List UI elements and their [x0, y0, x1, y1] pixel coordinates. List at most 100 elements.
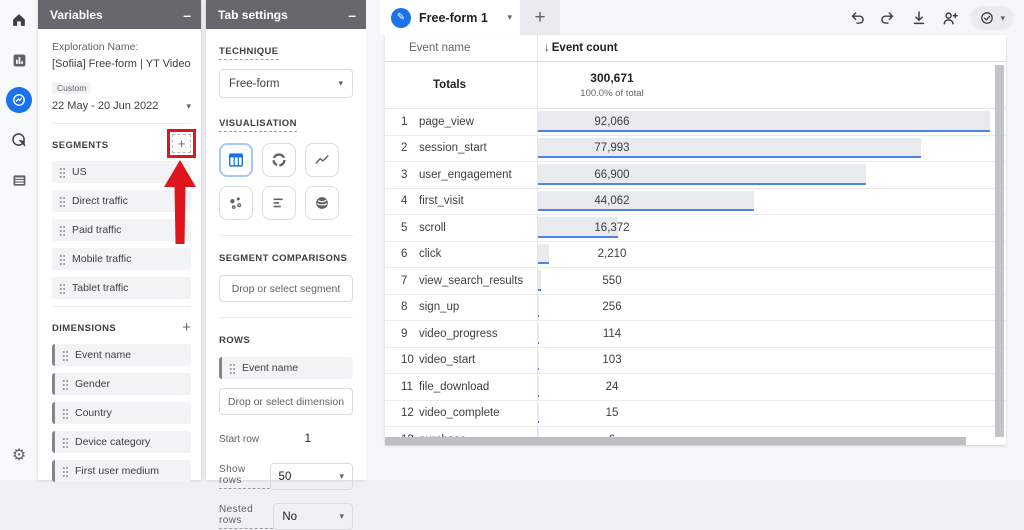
sort-descending-icon: ↓	[544, 42, 550, 54]
row-rank: 6	[401, 248, 408, 261]
count-value: 114	[602, 327, 622, 340]
dimension-chip[interactable]: Device category	[52, 431, 191, 453]
table-row[interactable]: 1 page_view 92,066	[385, 109, 1006, 136]
share-add-user-icon[interactable]	[939, 7, 961, 29]
settings-gear-icon[interactable]: ⚙	[0, 440, 38, 470]
edit-pencil-icon: ✎	[391, 7, 411, 28]
geo-map-icon[interactable]	[305, 186, 339, 220]
event-count-cell: 92,066	[537, 109, 1006, 135]
exploration-name-value[interactable]: [Sofiia] Free-form | YT Video	[52, 58, 191, 70]
dimension-chip-label: Device category	[75, 436, 151, 448]
drag-handle-icon	[62, 407, 68, 419]
event-name-cell: first_visit	[419, 195, 464, 208]
event-count-cell: 24	[537, 374, 1006, 400]
minimize-icon[interactable]: –	[348, 8, 356, 22]
chevron-down-icon: ▾	[338, 78, 343, 88]
technique-select[interactable]: Free-form ▾	[219, 69, 353, 98]
table-row[interactable]: 12 video_complete 15	[385, 401, 1006, 427]
column-header-event-name[interactable]: Event name	[385, 42, 537, 54]
explore-active-badge	[6, 87, 32, 113]
minimize-icon[interactable]: –	[183, 8, 191, 22]
segment-chip[interactable]: Tablet traffic	[52, 277, 191, 299]
event-name-cell: video_progress	[419, 327, 498, 340]
annotation-highlight-box[interactable]: +	[167, 129, 196, 158]
reports-icon[interactable]	[0, 40, 38, 80]
count-value: 550	[602, 274, 622, 287]
status-menu[interactable]: ▾	[970, 6, 1014, 30]
drag-handle-icon	[59, 224, 65, 236]
event-name-cell: session_start	[419, 142, 487, 155]
table-row[interactable]: 2 session_start 77,993	[385, 136, 1006, 162]
advertising-icon[interactable]	[0, 120, 38, 160]
row-rank: 11	[401, 380, 413, 393]
dimension-chip[interactable]: Gender	[52, 373, 191, 395]
segment-chip[interactable]: Mobile traffic	[52, 248, 191, 270]
table-row[interactable]: 4 first_visit 44,062	[385, 189, 1006, 215]
scatter-chart-icon[interactable]	[219, 186, 253, 220]
table-row[interactable]: 11 file_download 24	[385, 374, 1006, 401]
event-count-cell: 550	[537, 268, 1006, 294]
table-row[interactable]: 10 video_start 103	[385, 348, 1006, 374]
data-table: Event name ↓ Event count Totals 300,671 1…	[385, 35, 1006, 445]
dimension-chip[interactable]: Event name	[52, 344, 191, 366]
rows-label: ROWS	[219, 335, 251, 346]
dimensions-label: DIMENSIONS	[52, 322, 117, 334]
redo-icon[interactable]	[877, 7, 899, 29]
segments-label: SEGMENTS	[52, 139, 109, 151]
count-value: 66,900	[594, 168, 630, 181]
table-row[interactable]: 7 view_search_results 550	[385, 268, 1006, 295]
chevron-down-icon: ▾	[507, 12, 512, 22]
segment-chip-label: Tablet traffic	[72, 282, 129, 294]
dimension-chip[interactable]: Country	[52, 402, 191, 424]
segment-chip-label: Paid traffic	[72, 224, 122, 236]
add-dimension-button[interactable]: +	[182, 320, 191, 335]
table-icon[interactable]	[219, 143, 253, 177]
count-value: 24	[605, 380, 619, 393]
segment-drop-target[interactable]: Drop or select segment	[219, 275, 353, 302]
drag-handle-icon	[59, 195, 65, 207]
add-tab-button[interactable]: +	[520, 0, 560, 35]
annotation-arrow-up	[164, 160, 196, 244]
explore-icon[interactable]	[0, 80, 38, 120]
row-rank: 9	[401, 327, 408, 340]
column-header-event-count[interactable]: ↓ Event count	[537, 42, 618, 54]
line-chart-icon[interactable]	[305, 143, 339, 177]
event-count-cell: 103	[537, 348, 1006, 374]
dimension-chip-label: Event name	[75, 349, 132, 361]
nested-rows-select[interactable]: No ▾	[273, 503, 353, 530]
home-icon[interactable]	[0, 0, 38, 40]
start-row-value[interactable]: 1	[305, 433, 311, 445]
drag-handle-icon	[62, 349, 68, 361]
event-count-cell: 77,993	[537, 136, 1006, 162]
row-rank: 5	[401, 221, 408, 234]
add-segment-plus-icon[interactable]: +	[172, 134, 191, 153]
vertical-scrollbar[interactable]	[995, 65, 1004, 437]
count-value: 256	[602, 301, 622, 314]
row-rank: 1	[401, 115, 408, 128]
dimension-chip[interactable]: First user medium	[52, 460, 191, 482]
show-rows-select[interactable]: 50 ▾	[269, 463, 353, 490]
library-icon[interactable]	[0, 160, 38, 200]
bar-chart-icon[interactable]	[262, 186, 296, 220]
rows-dimension-chip[interactable]: Event name	[219, 357, 353, 379]
event-name-cell: file_download	[419, 380, 490, 393]
tab-free-form-1[interactable]: ✎ Free-form 1 ▾	[380, 0, 520, 35]
donut-chart-icon[interactable]	[262, 143, 296, 177]
date-range-selector[interactable]: 22 May - 20 Jun 2022 ▾	[52, 100, 191, 112]
count-value: 44,062	[594, 195, 630, 208]
event-name-cell: video_start	[419, 354, 476, 367]
event-name-cell: video_complete	[419, 407, 500, 420]
dimension-drop-target[interactable]: Drop or select dimension	[219, 388, 353, 415]
drag-handle-icon	[62, 378, 68, 390]
table-row[interactable]: 5 scroll 16,372	[385, 215, 1006, 242]
event-count-cell: 2,210	[537, 242, 1006, 268]
table-row[interactable]: 8 sign_up 256	[385, 295, 1006, 321]
count-value: 77,993	[594, 142, 630, 155]
horizontal-scrollbar[interactable]	[385, 437, 966, 445]
segment-chip-label: US	[72, 166, 87, 178]
undo-icon[interactable]	[846, 7, 868, 29]
table-row[interactable]: 3 user_engagement 66,900	[385, 162, 1006, 189]
download-icon[interactable]	[908, 7, 930, 29]
table-row[interactable]: 6 click 2,210	[385, 242, 1006, 268]
table-row[interactable]: 9 video_progress 114	[385, 321, 1006, 348]
